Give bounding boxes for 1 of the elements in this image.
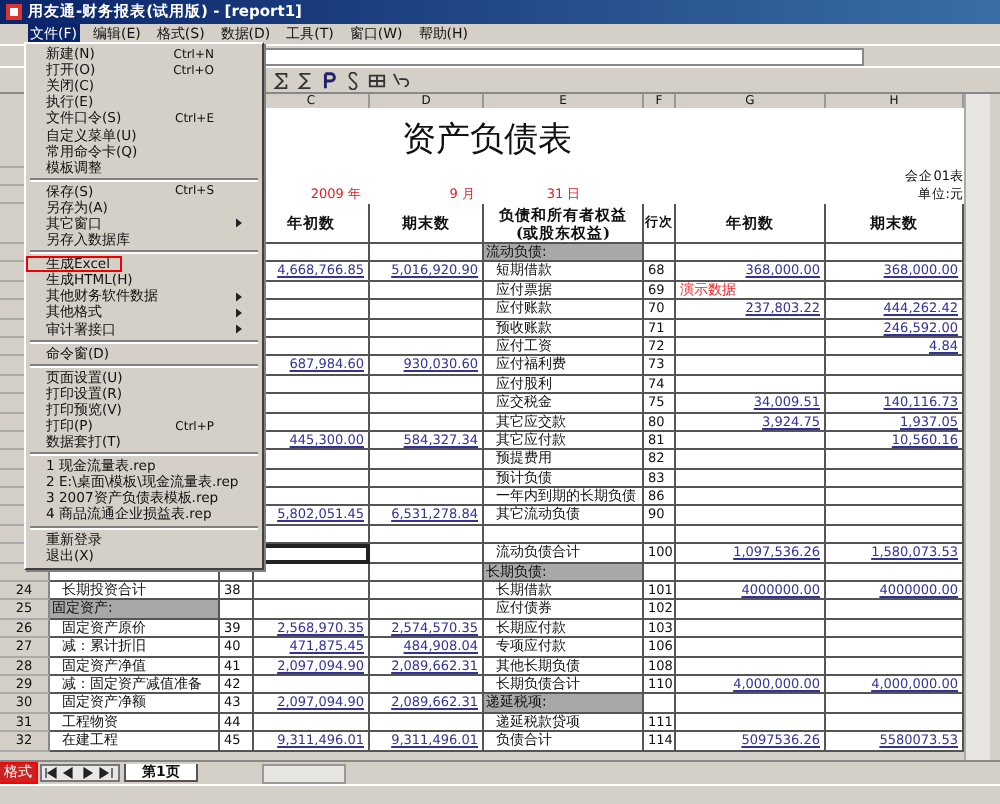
report-title: 资产负债表	[402, 117, 572, 161]
